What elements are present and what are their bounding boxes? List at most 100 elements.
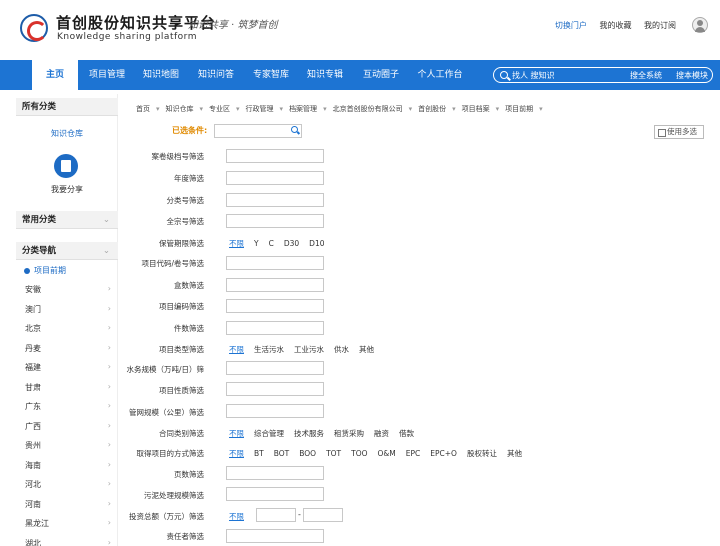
sidebar-province-item[interactable]: 安徽 ›: [25, 284, 115, 295]
contract-type-option[interactable]: 综合管理: [254, 429, 284, 438]
input-water-scale[interactable]: [226, 361, 324, 375]
sidebar-province-item[interactable]: 甘肃 ›: [25, 382, 115, 393]
contract-type-option[interactable]: 租赁采购: [334, 429, 364, 438]
chevron-down-icon[interactable]: ▾: [236, 105, 240, 113]
chevron-down-icon[interactable]: ▾: [156, 105, 160, 113]
acquisition-option[interactable]: BT: [254, 449, 264, 458]
switch-portal-link[interactable]: 切换门户: [555, 21, 587, 30]
chevron-down-icon[interactable]: ▾: [496, 105, 500, 113]
input-pipe-scale[interactable]: [226, 404, 324, 418]
input-fonds-number[interactable]: [226, 214, 324, 228]
project-type-option[interactable]: 供水: [334, 345, 349, 354]
nav-knowledge-qa[interactable]: 知识问答: [191, 60, 241, 90]
breadcrumb-item[interactable]: 档案管理: [289, 105, 317, 113]
category-nav-header[interactable]: 分类导航 ⌄: [16, 242, 118, 260]
sidebar-province-item[interactable]: 河南 ›: [25, 499, 115, 510]
acquisition-option[interactable]: BOT: [274, 449, 290, 458]
breadcrumb-item[interactable]: 行政管理: [246, 105, 274, 113]
acquisition-option[interactable]: TOT: [326, 449, 341, 458]
breadcrumb-item[interactable]: 项目前期: [505, 105, 533, 113]
share-icon[interactable]: [54, 154, 78, 178]
sidebar-province-item[interactable]: 北京 ›: [25, 323, 115, 334]
search-icon[interactable]: [291, 126, 298, 133]
acquisition-option[interactable]: BOO: [299, 449, 316, 458]
sidebar-province-item[interactable]: 广东 ›: [25, 401, 115, 412]
acquisition-option[interactable]: TOO: [351, 449, 367, 458]
input-project-code[interactable]: [226, 256, 324, 270]
search-module-button[interactable]: 搜本模块: [676, 70, 708, 81]
search-input[interactable]: 找人 搜知识 搜全系统 搜本模块: [493, 67, 713, 83]
retention-option[interactable]: C: [269, 239, 274, 248]
acquisition-option[interactable]: 股权转让: [467, 449, 497, 458]
nav-personal-workbench[interactable]: 个人工作台: [410, 60, 470, 90]
knowledge-base-link[interactable]: 知识仓库: [16, 128, 118, 139]
selected-conditions-input[interactable]: [214, 124, 302, 138]
sidebar-province-item[interactable]: 广西 ›: [25, 421, 115, 432]
nav-expert-pool[interactable]: 专家智库: [245, 60, 297, 90]
breadcrumb-item[interactable]: 项目档案: [462, 105, 490, 113]
sidebar-province-item[interactable]: 黑龙江 ›: [25, 518, 115, 529]
input-class-number[interactable]: [226, 193, 324, 207]
chevron-down-icon[interactable]: ▾: [409, 105, 413, 113]
chevron-down-icon[interactable]: ▾: [323, 105, 327, 113]
retention-option[interactable]: D10: [309, 239, 324, 248]
retention-option[interactable]: D30: [284, 239, 299, 248]
input-project-nature[interactable]: [226, 382, 324, 396]
chevron-down-icon[interactable]: ▾: [452, 105, 456, 113]
multi-select-button[interactable]: 使用多选: [654, 125, 704, 139]
breadcrumb-item[interactable]: 北京首创股份有限公司: [333, 105, 403, 113]
my-favorites-link[interactable]: 我的收藏: [599, 21, 631, 30]
retention-option[interactable]: Y: [254, 239, 259, 248]
nav-project-management[interactable]: 项目管理: [82, 60, 132, 90]
input-file-number[interactable]: [226, 149, 324, 163]
investment-option[interactable]: 不限: [229, 512, 244, 521]
tree-node-project-preliminary[interactable]: 项目前期: [24, 265, 66, 276]
input-sludge-scale[interactable]: [226, 487, 324, 501]
project-type-option[interactable]: 不限: [229, 345, 244, 354]
sidebar-province-item[interactable]: 湖北 ›: [25, 538, 115, 546]
project-type-option[interactable]: 工业污水: [294, 345, 324, 354]
retention-option[interactable]: 不限: [229, 239, 244, 248]
input-project-number[interactable]: [226, 299, 324, 313]
investment-min-input[interactable]: [256, 508, 296, 522]
input-box-count[interactable]: [226, 278, 324, 292]
contract-type-option[interactable]: 不限: [229, 429, 244, 438]
nav-interactive-circle[interactable]: 互动圈子: [355, 60, 407, 90]
search-all-button[interactable]: 搜全系统: [630, 70, 662, 81]
all-categories-header[interactable]: 所有分类: [16, 98, 118, 116]
nav-knowledge-album[interactable]: 知识专辑: [300, 60, 350, 90]
chevron-down-icon[interactable]: ▾: [280, 105, 284, 113]
sidebar-province-item[interactable]: 海南 ›: [25, 460, 115, 471]
nav-knowledge-map[interactable]: 知识地图: [136, 60, 186, 90]
project-type-option[interactable]: 其他: [359, 345, 374, 354]
acquisition-option[interactable]: 不限: [229, 449, 244, 458]
sidebar-province-item[interactable]: 河北 ›: [25, 479, 115, 490]
breadcrumb-item[interactable]: 首创股份: [418, 105, 446, 113]
investment-max-input[interactable]: [303, 508, 343, 522]
input-page-count[interactable]: [226, 466, 324, 480]
sidebar-province-item[interactable]: 福建 ›: [25, 362, 115, 373]
project-type-option[interactable]: 生活污水: [254, 345, 284, 354]
acquisition-option[interactable]: EPC+O: [430, 449, 457, 458]
chevron-down-icon[interactable]: ▾: [200, 105, 204, 113]
breadcrumb-item[interactable]: 专业区: [209, 105, 230, 113]
share-label[interactable]: 我要分享: [16, 184, 118, 195]
user-avatar-icon[interactable]: [692, 17, 708, 33]
contract-type-option[interactable]: 技术服务: [294, 429, 324, 438]
input-item-count[interactable]: [226, 321, 324, 335]
breadcrumb-item[interactable]: 知识仓库: [166, 105, 194, 113]
acquisition-option[interactable]: O&M: [378, 449, 396, 458]
breadcrumb-item[interactable]: 首页: [136, 105, 150, 113]
input-owner[interactable]: [226, 529, 324, 543]
chevron-down-icon[interactable]: ▾: [539, 105, 543, 113]
sidebar-province-item[interactable]: 贵州 ›: [25, 440, 115, 451]
nav-home[interactable]: 主页: [32, 60, 78, 90]
input-year[interactable]: [226, 171, 324, 185]
my-subscriptions-link[interactable]: 我的订阅: [644, 21, 676, 30]
contract-type-option[interactable]: 借款: [399, 429, 414, 438]
sidebar-province-item[interactable]: 丹麦 ›: [25, 343, 115, 354]
contract-type-option[interactable]: 融资: [374, 429, 389, 438]
common-categories-header[interactable]: 常用分类 ⌄: [16, 211, 118, 229]
sidebar-province-item[interactable]: 澳门 ›: [25, 304, 115, 315]
acquisition-option[interactable]: EPC: [406, 449, 421, 458]
